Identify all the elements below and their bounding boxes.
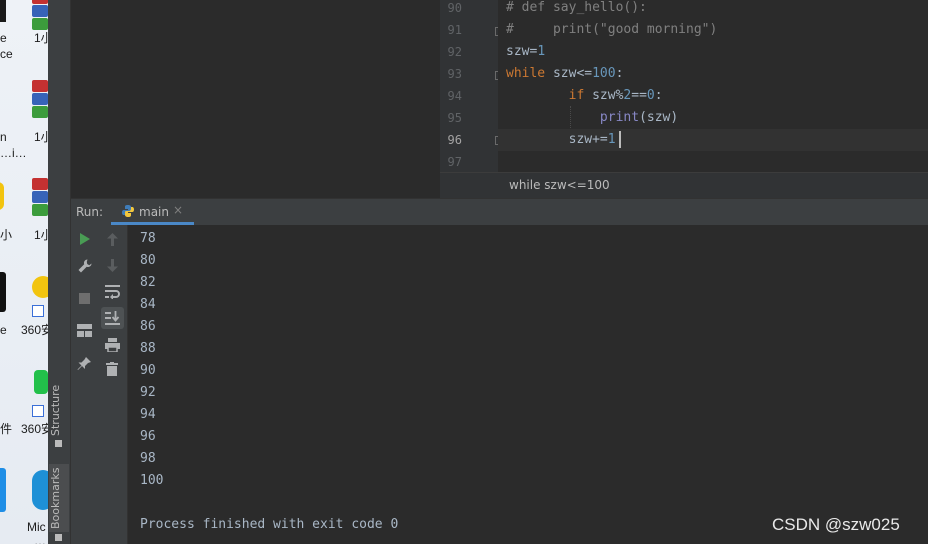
output-line: 82 [140, 275, 156, 290]
line-number: 97 [447, 155, 462, 169]
pin-icon[interactable] [77, 356, 92, 371]
yellow-app-icon[interactable] [0, 182, 4, 210]
desktop-app-icon[interactable] [0, 0, 6, 22]
code-line: print(szw) [599, 110, 679, 125]
scroll-to-end-icon [105, 311, 120, 325]
output-line: 88 [140, 341, 156, 356]
watermark: CSDN @szw025 [772, 515, 900, 534]
bookmarks-tab[interactable]: Bookmarks [49, 464, 69, 532]
code-line: while szw<=100: [506, 66, 624, 81]
text-caret [619, 131, 621, 148]
code-line: if szw%2==0: [568, 88, 663, 103]
desktop-label: … [34, 534, 46, 544]
run-tab-label: main [139, 205, 169, 219]
desktop-label: …i… [0, 146, 27, 160]
console-output[interactable]: 78 80 82 84 86 88 90 92 94 96 98 100 Pro… [128, 225, 928, 544]
desktop-label: ce [0, 47, 13, 61]
green-app-icon[interactable] [34, 370, 48, 394]
wrench-icon[interactable] [77, 258, 93, 274]
up-arrow-icon[interactable] [107, 233, 118, 246]
line-number: 95 [447, 111, 462, 125]
structure-tab-icon [55, 440, 62, 447]
code-line: # def say_hello(): [506, 0, 647, 15]
breadcrumb[interactable]: while szw<=100 [509, 178, 610, 192]
layout-icon[interactable] [77, 324, 92, 337]
down-arrow-icon[interactable] [107, 259, 118, 272]
desktop-label: e [0, 31, 7, 45]
winrar-icon[interactable] [32, 0, 48, 30]
process-finished-message: Process finished with exit code 0 [140, 517, 399, 532]
desktop-label: 1小 [34, 228, 48, 242]
output-line: 92 [140, 385, 156, 400]
desktop-label: 1小 [34, 130, 48, 144]
output-line: 98 [140, 451, 156, 466]
output-line: 86 [140, 319, 156, 334]
tool-window-strip: Structure Bookmarks [48, 0, 71, 544]
python-icon [122, 205, 134, 217]
winrar-icon[interactable] [32, 80, 48, 118]
code-line: szw+=1 [506, 132, 616, 147]
dark-app-icon[interactable] [0, 272, 6, 312]
desktop-label: 小 [0, 228, 13, 242]
code-line: szw=1 [506, 44, 546, 59]
current-line-number: 96 [447, 133, 462, 147]
output-line: 78 [140, 231, 156, 246]
desktop-label: 360安 [21, 422, 48, 436]
breadcrumb-bar: while szw<=100 [440, 172, 928, 198]
desktop-label: Mic [27, 520, 46, 534]
project-pane [71, 0, 440, 197]
code-line: # print("good morning") [506, 22, 718, 37]
code-editor[interactable]: # def say_hello(): # print("good morning… [498, 0, 928, 172]
run-toolbar-secondary [98, 225, 128, 544]
desktop-label: 360安 [21, 323, 48, 337]
bookmarks-tab-icon [55, 534, 62, 541]
editor-gutter: 90 91 92 93 94 95 96 97 [440, 0, 504, 172]
output-line: 84 [140, 297, 156, 312]
print-icon[interactable] [105, 338, 120, 352]
run-panel-header: Run: main × [71, 198, 928, 225]
line-number: 92 [447, 45, 462, 59]
line-number: 94 [447, 89, 462, 103]
run-label: Run: [76, 205, 104, 219]
output-line: 90 [140, 363, 156, 378]
shortcut-arrow-icon [32, 305, 44, 317]
360-browser-icon[interactable] [32, 276, 48, 298]
output-line: 100 [140, 473, 164, 488]
close-icon[interactable]: × [173, 203, 183, 217]
line-number: 93 [447, 67, 462, 81]
desktop-label: e [0, 323, 7, 337]
soft-wrap-icon[interactable] [105, 285, 120, 299]
output-line: 96 [140, 429, 156, 444]
desktop-label: n [0, 130, 7, 144]
blue-app-icon[interactable] [0, 468, 6, 512]
desktop-label: 件 [0, 422, 13, 436]
output-line: 80 [140, 253, 156, 268]
winrar-icon[interactable] [32, 178, 48, 216]
structure-tab[interactable]: Structure [49, 380, 69, 440]
run-tab-main[interactable]: main × [111, 199, 194, 225]
output-line: 94 [140, 407, 156, 422]
line-number: 90 [447, 1, 462, 15]
edge-browser-icon[interactable] [32, 470, 48, 510]
run-toolbar-primary [71, 225, 98, 544]
trash-icon[interactable] [106, 362, 118, 376]
shortcut-arrow-icon [32, 405, 44, 417]
desktop-strip: e ce 1小 n …i… 1小 小 1小 e 360安 件 360安 Mic … [0, 0, 48, 544]
desktop-label: 1小 [34, 31, 48, 45]
stop-icon[interactable] [79, 293, 90, 304]
line-number: 91 [447, 23, 462, 37]
rerun-icon[interactable] [79, 233, 91, 245]
